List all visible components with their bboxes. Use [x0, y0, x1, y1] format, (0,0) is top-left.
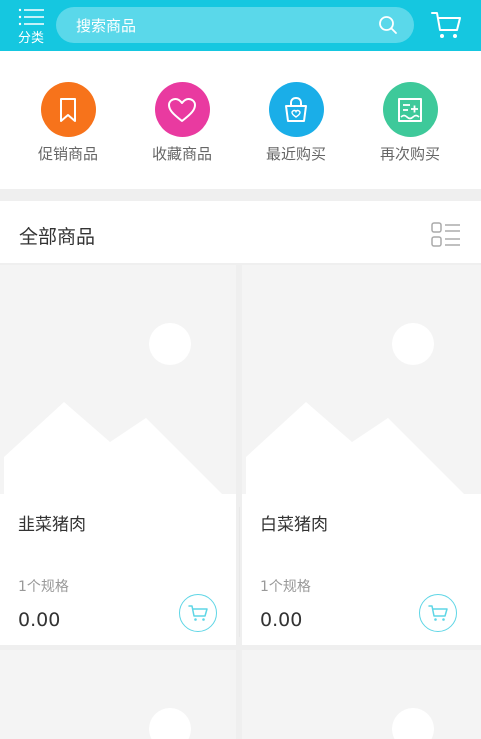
shopping-bag-icon	[268, 82, 324, 137]
product-image-placeholder	[242, 650, 481, 739]
image-placeholder-icon	[392, 708, 434, 739]
cart-icon	[188, 605, 208, 621]
product-image-placeholder	[0, 650, 236, 739]
product-card[interactable]	[0, 650, 236, 739]
product-price: 0.00	[18, 609, 61, 631]
product-spec: 1个规格	[18, 579, 69, 595]
add-to-cart-button[interactable]	[179, 594, 217, 632]
section-title: 全部商品	[19, 226, 96, 248]
receipt-icon	[382, 82, 438, 137]
top-bar: 分类 搜索商品	[0, 0, 481, 51]
heart-icon	[154, 82, 210, 137]
layout-toggle-icon[interactable]	[431, 222, 461, 248]
search-icon[interactable]	[378, 15, 398, 35]
product-card[interactable]: 韭菜猪肉 1个规格 0.00	[0, 265, 236, 645]
card-divider	[239, 507, 240, 637]
quick-link-favorites[interactable]: 收藏商品	[132, 82, 232, 164]
quick-link-label: 收藏商品	[151, 145, 212, 163]
product-card[interactable]	[242, 650, 481, 739]
bookmark-icon	[40, 82, 96, 137]
menu-label: 分类	[17, 31, 44, 46]
quick-link-recent[interactable]: 最近购买	[246, 82, 346, 164]
quick-link-label: 促销商品	[37, 145, 98, 163]
quick-link-label: 再次购买	[379, 145, 440, 163]
quick-link-label: 最近购买	[265, 145, 326, 163]
cart-icon	[428, 605, 448, 621]
product-name: 韭菜猪肉	[18, 515, 86, 535]
cart-icon[interactable]	[430, 10, 462, 40]
image-placeholder-icon	[4, 323, 222, 494]
product-spec: 1个规格	[260, 579, 311, 595]
all-products-header: 全部商品	[0, 201, 481, 263]
quick-links: 促销商品 收藏商品 最近购买 再次购买	[0, 51, 481, 189]
search-bar[interactable]: 搜索商品	[56, 7, 414, 43]
product-card[interactable]: 白菜猪肉 1个规格 0.00	[242, 265, 481, 645]
search-placeholder: 搜索商品	[76, 17, 137, 35]
image-placeholder-icon	[149, 708, 191, 739]
product-price: 0.00	[260, 609, 303, 631]
add-to-cart-button[interactable]	[419, 594, 457, 632]
image-placeholder-icon	[246, 323, 464, 494]
menu-icon	[18, 8, 44, 26]
quick-link-buy-again[interactable]: 再次购买	[360, 82, 460, 164]
category-menu-button[interactable]: 分类	[10, 6, 52, 46]
quick-link-promotions[interactable]: 促销商品	[18, 82, 118, 164]
product-image-placeholder	[242, 265, 481, 494]
product-name: 白菜猪肉	[260, 515, 328, 535]
product-image-placeholder	[0, 265, 236, 494]
